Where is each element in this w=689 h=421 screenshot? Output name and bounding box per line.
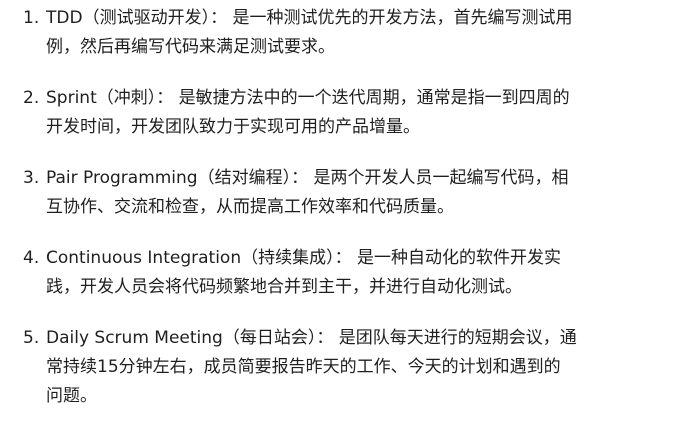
list-item-text-line: Daily Scrum Meeting（每日站会）： 是团队每天进行的短期会议，… bbox=[46, 328, 577, 348]
list-item-number: 3. bbox=[23, 168, 40, 188]
list-item-text-line: 开发时间，开发团队致力于实现可用的产品增量。 bbox=[46, 117, 420, 137]
document-body: 1. TDD（测试驱动开发）： 是一种测试优先的开发方法，首先编写测试用 例，然… bbox=[0, 0, 689, 421]
list-item-text-line: Sprint（冲刺）： 是敏捷方法中的一个迭代周期，通常是指一到四周的 bbox=[46, 88, 570, 108]
list-item-text-line: 常持续15分钟左右，成员简要报告昨天的工作、今天的计划和遇到的 bbox=[46, 357, 561, 377]
list-item-text-line: TDD（测试驱动开发）： 是一种测试优先的开发方法，首先编写测试用 bbox=[46, 8, 573, 28]
list-item-text-line: 问题。 bbox=[46, 386, 97, 406]
list-item-text-line: Pair Programming（结对编程）： 是两个开发人员一起编写代码，相 bbox=[46, 168, 569, 188]
list-item-number: 5. bbox=[23, 328, 40, 348]
list-item-number: 4. bbox=[23, 248, 40, 268]
list-item-number: 1. bbox=[23, 8, 40, 28]
list-item-text-line: 例，然后再编写代码来满足测试要求。 bbox=[46, 37, 335, 57]
list-item-number: 2. bbox=[23, 88, 40, 108]
list-item-text-line: 践，开发人员会将代码频繁地合并到主干，并进行自动化测试。 bbox=[46, 277, 522, 297]
list-item-text-line: Continuous Integration（持续集成）： 是一种自动化的软件开… bbox=[46, 248, 561, 268]
list-item-text-line: 互协作、交流和检查，从而提高工作效率和代码质量。 bbox=[46, 197, 454, 217]
